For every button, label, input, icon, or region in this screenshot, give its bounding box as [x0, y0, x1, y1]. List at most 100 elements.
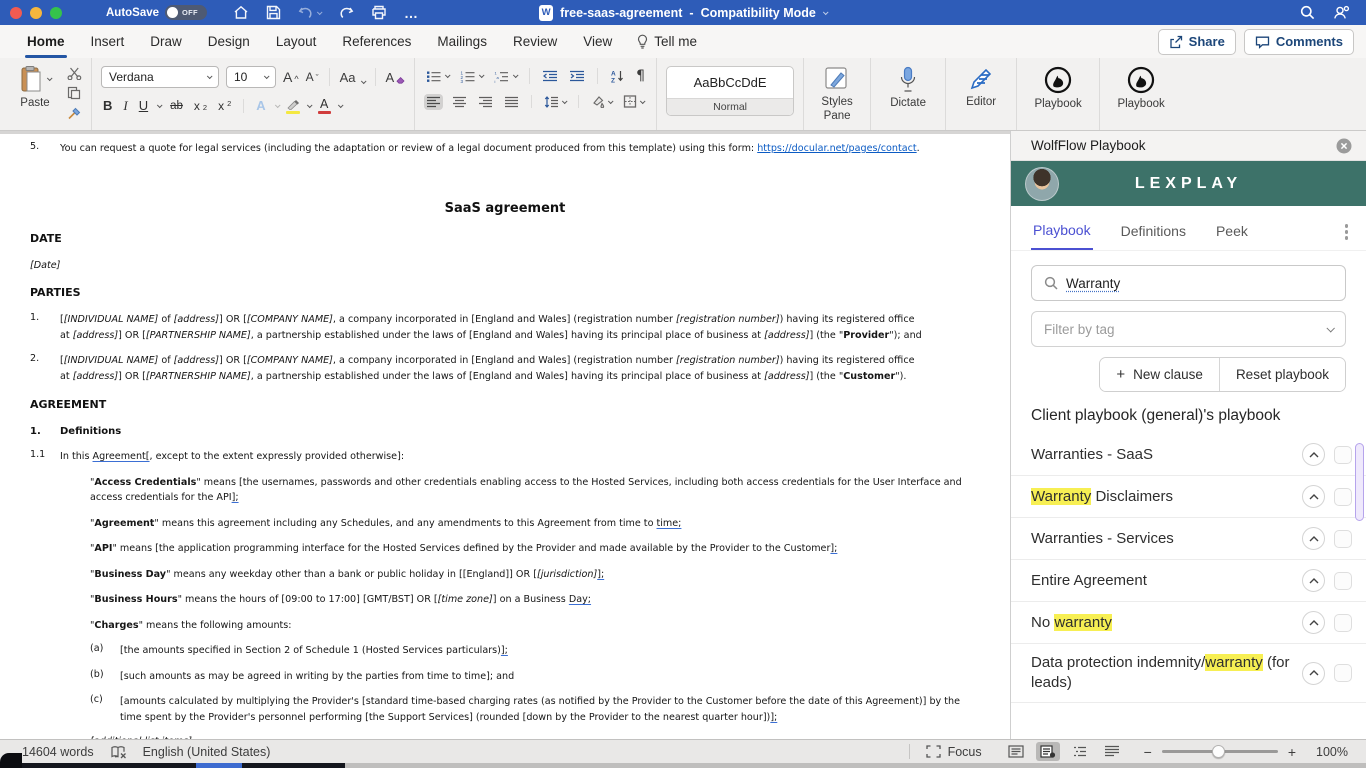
- panel-menu-icon[interactable]: [1344, 224, 1348, 248]
- undo-dropdown-icon[interactable]: [316, 8, 323, 15]
- ribbon-tab-home[interactable]: Home: [14, 25, 78, 58]
- line-spacing-button[interactable]: [542, 94, 568, 110]
- avatar[interactable]: [1025, 167, 1059, 201]
- shrink-font-button[interactable]: Aˇ: [306, 71, 319, 83]
- clause-checkbox[interactable]: [1334, 529, 1352, 548]
- styles-pane-button[interactable]: Styles Pane: [813, 66, 861, 130]
- account-icon[interactable]: [1333, 5, 1350, 20]
- language-selector[interactable]: English (United States): [143, 745, 271, 759]
- focus-button[interactable]: Focus: [925, 745, 982, 759]
- new-clause-button[interactable]: + New clause: [1100, 358, 1219, 391]
- copy-icon[interactable]: [67, 86, 81, 100]
- zoom-slider[interactable]: [1161, 744, 1278, 758]
- text-effects-button[interactable]: A: [254, 97, 267, 115]
- editor-button[interactable]: Editor: [955, 66, 1007, 130]
- sort-button[interactable]: AZ: [608, 67, 627, 85]
- borders-button[interactable]: [621, 93, 646, 110]
- reset-playbook-button[interactable]: Reset playbook: [1218, 358, 1345, 391]
- clause-checkbox[interactable]: [1334, 487, 1352, 506]
- filter-by-tag-select[interactable]: Filter by tag: [1031, 311, 1346, 347]
- view-outline-button[interactable]: [1068, 742, 1092, 761]
- align-right-button[interactable]: [476, 94, 495, 110]
- ribbon-tab-insert[interactable]: Insert: [78, 25, 138, 58]
- print-icon[interactable]: [371, 5, 387, 20]
- view-draft-button[interactable]: [1100, 742, 1124, 761]
- undo-icon[interactable]: [298, 6, 323, 20]
- strikethrough-button[interactable]: ab: [168, 98, 185, 115]
- search-icon[interactable]: [1300, 5, 1315, 20]
- zoom-out-button[interactable]: −: [1144, 744, 1152, 760]
- close-panel-icon[interactable]: [1336, 138, 1352, 154]
- ribbon-tab-references[interactable]: References: [329, 25, 424, 58]
- format-painter-icon[interactable]: [67, 106, 82, 120]
- document-canvas[interactable]: 5. You can request a quote for legal ser…: [0, 131, 1010, 739]
- zoom-slider-knob[interactable]: [1211, 744, 1225, 758]
- ribbon-tab-mailings[interactable]: Mailings: [424, 25, 500, 58]
- underline-button[interactable]: U: [137, 97, 150, 115]
- multilevel-list-button[interactable]: 1ai: [492, 68, 519, 85]
- close-window-button[interactable]: [10, 6, 22, 19]
- view-print-layout-button[interactable]: [1035, 742, 1060, 761]
- minimize-window-button[interactable]: [30, 6, 42, 19]
- clause-row[interactable]: Warranties - Services: [1011, 518, 1366, 560]
- fullscreen-window-button[interactable]: [50, 6, 62, 19]
- increase-indent-button[interactable]: [567, 68, 587, 84]
- dictate-button[interactable]: Dictate: [880, 66, 936, 130]
- home-quick-icon[interactable]: [233, 5, 249, 20]
- autosave-toggle[interactable]: OFF: [165, 5, 208, 20]
- bullet-list-button[interactable]: [424, 68, 451, 85]
- align-center-button[interactable]: [450, 94, 469, 110]
- tab-playbook[interactable]: Playbook: [1031, 222, 1093, 250]
- clause-row[interactable]: Entire Agreement: [1011, 560, 1366, 602]
- tell-me-button[interactable]: Tell me: [625, 34, 709, 49]
- subscript-button[interactable]: x2: [192, 98, 209, 115]
- clause-checkbox[interactable]: [1334, 613, 1352, 632]
- justify-button[interactable]: [502, 94, 521, 110]
- redo-icon[interactable]: [338, 6, 354, 20]
- paste-dropdown-icon[interactable]: [46, 75, 53, 82]
- playbook-button-1[interactable]: Playbook: [1026, 66, 1090, 130]
- align-left-button[interactable]: [424, 93, 444, 110]
- font-color-dropdown-icon[interactable]: [337, 102, 344, 109]
- clause-checkbox[interactable]: [1334, 571, 1352, 590]
- panel-scrollbar[interactable]: [1355, 443, 1364, 521]
- ribbon-tab-review[interactable]: Review: [500, 25, 570, 58]
- spellcheck-icon[interactable]: [110, 744, 127, 759]
- clause-checkbox[interactable]: [1334, 664, 1352, 682]
- save-icon[interactable]: [266, 5, 281, 20]
- font-name-select[interactable]: Verdana: [101, 66, 219, 88]
- collapse-clause-button[interactable]: [1302, 527, 1325, 550]
- zoom-in-button[interactable]: +: [1288, 744, 1296, 760]
- change-case-button[interactable]: Aa: [340, 71, 367, 84]
- word-count[interactable]: 14604 words: [22, 745, 94, 759]
- comments-button[interactable]: Comments: [1243, 28, 1354, 55]
- collapse-clause-button[interactable]: [1302, 443, 1325, 466]
- collapse-clause-button[interactable]: [1302, 569, 1325, 592]
- cut-icon[interactable]: [67, 67, 82, 80]
- playbook-button-2[interactable]: Playbook: [1109, 66, 1173, 130]
- clear-formatting-button[interactable]: A: [386, 71, 406, 84]
- clause-checkbox[interactable]: [1334, 445, 1352, 464]
- bold-button[interactable]: B: [101, 97, 114, 115]
- tab-definitions[interactable]: Definitions: [1119, 223, 1188, 249]
- italic-button[interactable]: I: [121, 97, 129, 115]
- tab-peek[interactable]: Peek: [1214, 223, 1250, 249]
- font-color-button[interactable]: A: [317, 98, 331, 115]
- style-normal-card[interactable]: AaBbCcDdE Normal: [666, 66, 795, 116]
- clause-row[interactable]: No warranty: [1011, 602, 1366, 644]
- font-size-select[interactable]: 10: [226, 66, 276, 88]
- share-button[interactable]: Share: [1157, 28, 1236, 55]
- collapse-clause-button[interactable]: [1302, 485, 1325, 508]
- collapse-clause-button[interactable]: [1302, 661, 1325, 685]
- highlight-dropdown-icon[interactable]: [306, 102, 313, 109]
- superscript-button[interactable]: x2: [216, 98, 233, 115]
- shading-button[interactable]: [589, 93, 614, 110]
- more-commands-icon[interactable]: …: [404, 5, 419, 21]
- zoom-level[interactable]: 100%: [1310, 745, 1348, 759]
- clause-row[interactable]: Warranties - SaaS: [1011, 434, 1366, 476]
- ribbon-tab-draw[interactable]: Draw: [137, 25, 195, 58]
- highlight-button[interactable]: [285, 99, 300, 114]
- view-read-mode-button[interactable]: [1004, 742, 1028, 761]
- text-effects-dropdown-icon[interactable]: [274, 102, 281, 109]
- ribbon-tab-layout[interactable]: Layout: [263, 25, 330, 58]
